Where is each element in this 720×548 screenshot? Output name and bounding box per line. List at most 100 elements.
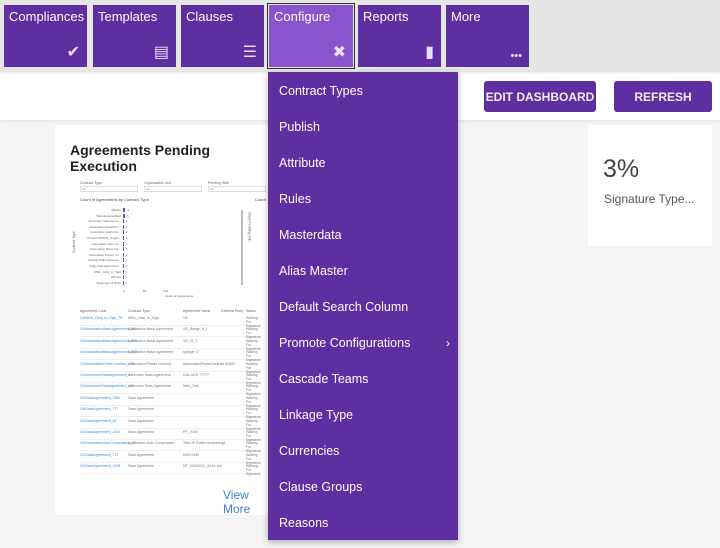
x-tick-label: 0 [123,289,125,293]
table-cell: Saas Agreement [128,418,154,423]
y-axis-label: Contract Type [71,231,76,253]
bar-4 [123,230,124,235]
bar-6 [123,241,124,246]
bar-value-label: 2 [125,219,128,224]
table-cell: Saas Agreement [128,452,154,457]
menu-item-clause-groups[interactable]: Clause Groups [268,472,458,502]
table-cell: Accenture Saas Agreement [128,384,171,389]
table-row: CMSaasAgreement_1380 Saas Agreement Waitin… [80,396,261,408]
table-cell: Waiting For Signature [246,384,261,397]
bar-value-label: 1 [125,247,128,252]
bar-value-label: 1 [125,280,128,285]
table-cell: Waiting For Signature [246,373,261,385]
menu-item-linkage-type[interactable]: Linkage Type [268,400,458,430]
bar-2 [123,219,124,224]
configure-dropdown-menu: Contract Types Publish Attribute Rules Maste… [268,72,458,540]
nav-tile-clauses[interactable]: Clauses ☰ [181,5,264,67]
table-cell: Automation Basic Agreement [128,327,174,332]
nav-tile-more[interactable]: More ••• [446,5,529,67]
agreement-code-link[interactable]: CMSaasAgreement_1402 [80,430,120,434]
table-row: CMSaasAgreement_772 Saas Agreement NSN 049… [80,452,261,465]
table-cell: Waiting For Signature [246,452,261,465]
table-cell: MSA_Click_to_Sign [128,316,159,320]
bar-1 [123,213,125,218]
tile-label: More [451,9,481,24]
menu-item-attribute[interactable]: Attribute [268,148,458,178]
menu-item-promote-configurations[interactable]: Promote Configurations › [268,328,458,358]
menu-item-label: Cascade Teams [279,372,369,386]
table-cell: DP_20231011_34:51 pdf [183,464,222,469]
menu-item-reasons[interactable]: Reasons [268,508,458,538]
menu-item-label: Attribute [279,156,326,170]
bar-5 [123,236,124,240]
menu-item-label: Contract Types [279,84,363,98]
table-cell: NSN 0490 [183,452,200,457]
table-cell: Waiting For Signature [246,316,261,328]
agreement-code-link[interactable]: CMMSA_Click_to_Sign_78 [80,316,122,320]
menu-item-label: Publish [279,120,320,134]
bar-value-label: 2 [125,230,128,235]
bar-category-label: OB test [110,275,121,280]
column-header: Contract Type [128,309,150,313]
bar-value-label: 1 [125,269,128,274]
agreement-code-link[interactable]: CMAutomationPrinterContract_109 [80,362,134,366]
menu-item-cascade-teams[interactable]: Cascade Teams [268,364,458,394]
agreement-code-link[interactable]: CMSaasAgreement_777 [80,407,118,411]
nav-tile-configure[interactable]: Configure ✖ [267,3,355,69]
agreement-code-link[interactable]: CMSaasAgreement_1380 [80,396,120,400]
agreement-code-link[interactable]: CMSaasAgreement_772 [80,453,118,457]
menu-item-alias-master[interactable]: Alias Master [268,256,458,286]
double-check-icon: ✔ [66,44,80,61]
filter-select[interactable]: All [80,186,138,192]
clipboard-icon: ▮ [425,44,434,61]
column-header: External Party [221,309,243,313]
kpi-value: 3% [603,155,640,183]
table-cell: VB [183,316,188,320]
more-icon: ••• [510,50,522,62]
bar-11 [123,269,124,274]
table-cell: VB_31_2 [183,338,198,343]
menu-item-rules[interactable]: Rules [268,184,458,214]
chevron-right-icon: › [446,336,450,350]
table-row: CMAutomationPrinterContract_109 Automatio… [80,362,261,374]
nav-tile-reports[interactable]: Reports ▮ [358,5,441,67]
tile-label: Clauses [186,9,233,24]
edit-dashboard-button[interactable]: EDIT DASHBOARD [484,81,596,112]
table-row: CMSaasAgreement_89 Saas Agreement Waiting … [80,418,261,431]
bar-value-label: 1 [125,275,128,280]
table-cell: New_Test [183,384,199,389]
bar-category-label: Accenture Saas Agree... [88,219,121,224]
bar-category-label: Statement of Work [96,280,121,285]
agreement-code-link[interactable]: CMSaasAgreement_1408 [80,464,120,468]
bar-12 [123,275,124,280]
bar-value-label: 1 [125,264,128,268]
filter-select[interactable]: All [208,186,266,192]
bar-value-label: 5 [127,213,129,218]
table-cell: spdope 17 [183,350,200,355]
table-cell: Automation Basic Agreement [128,338,174,343]
agreement-code-link[interactable]: CMAccentureSaasAgreement_21 [80,373,132,377]
nav-tile-compliances[interactable]: Compliances ✔ [4,5,87,67]
menu-item-contract-types[interactable]: Contract Types [268,76,458,106]
menu-item-currencies[interactable]: Currencies [268,436,458,466]
menu-item-publish[interactable]: Publish [268,112,458,142]
menu-item-label: Masterdata [279,228,342,242]
table-cell: Waiting For Signature [246,361,261,374]
table-cell: Waiting For Signature [246,395,261,408]
chart-scrollbar[interactable] [241,210,243,285]
table-row: CMSaasAgreement_1408 Saas Agreement DP_202… [80,464,261,476]
bar-value-label: 2 [125,236,128,240]
bar-category-label: Automation Auto Co... [91,241,121,246]
agreement-code-link[interactable]: CMSaasAgreement_89 [80,419,116,423]
agreement-code-link[interactable]: CMAccentureSaasAgreement_130 [80,384,134,388]
menu-item-masterdata[interactable]: Masterdata [268,220,458,250]
menu-item-default-search-column[interactable]: Default Search Column [268,292,458,322]
bar-9 [123,258,124,263]
refresh-button[interactable]: REFRESH [614,81,712,112]
table-cell: CNL AGR 77777 [183,373,209,377]
filter-select[interactable]: All [144,186,202,192]
view-more-link[interactable]: View More [223,488,271,516]
table-cell: Waiting For Signature [246,350,261,363]
nav-tile-templates[interactable]: Templates ▤ [93,5,176,67]
table-cell: PP_7045 [183,430,198,434]
